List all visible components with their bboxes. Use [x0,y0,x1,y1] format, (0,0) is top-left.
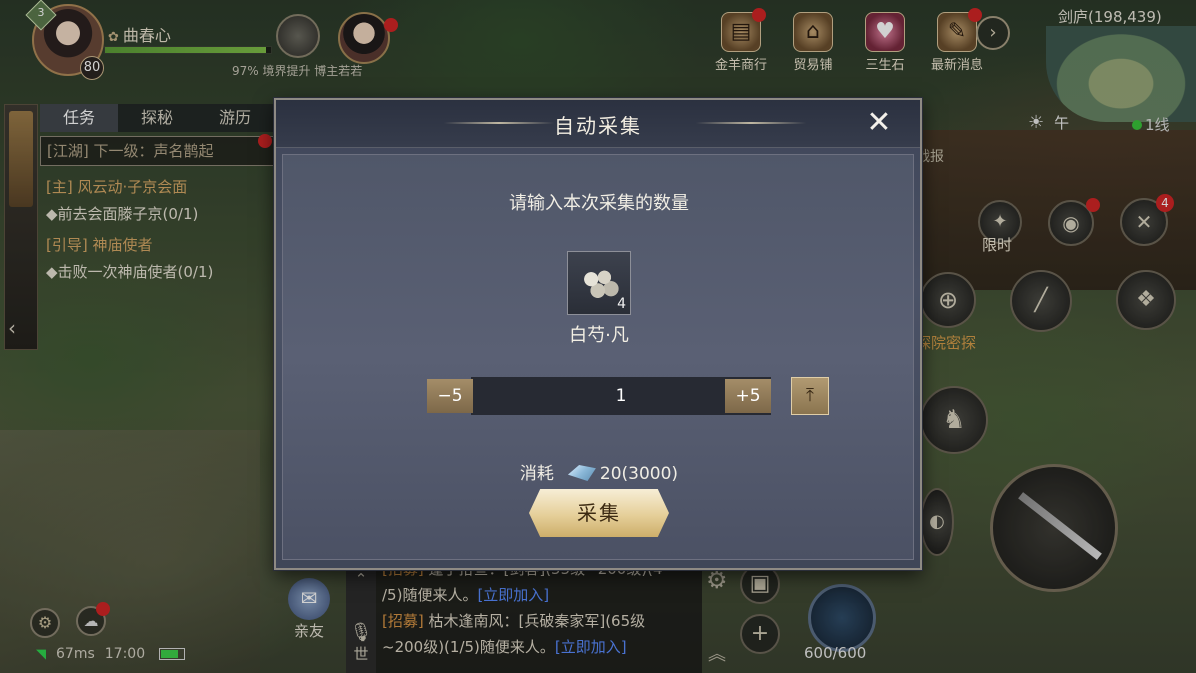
quantity-stepper: −5 1 +5 ⤒ [427,377,831,415]
dialog-header: 自动采集 ✕ [276,100,920,148]
minus-five-button[interactable]: −5 [427,379,473,413]
auto-collect-dialog: 自动采集 ✕ 请输入本次采集的数量 4 白芍·凡 −5 1 +5 ⤒ 消耗 20(… [274,98,922,570]
max-icon: ⤒ [806,385,814,406]
item-count: 4 [617,296,626,312]
item-name: 白芍·凡 [569,325,629,346]
item-slot[interactable]: 4 [567,251,631,315]
dialog-body: 请输入本次采集的数量 4 白芍·凡 −5 1 +5 ⤒ 消耗 20(3000) 采… [282,154,914,560]
cost-value: 20(3000) [599,464,679,484]
crystal-icon [567,465,596,481]
close-button[interactable]: ✕ [862,108,896,140]
herb-item-icon [578,264,622,302]
cost-label: 消耗 [519,464,554,484]
collect-button[interactable]: 采集 [529,489,669,537]
close-icon: ✕ [866,105,892,140]
dialog-title: 自动采集 [554,114,642,138]
max-quantity-button[interactable]: ⤒ [791,377,829,415]
header-ornament [696,122,806,124]
cost-row: 消耗 20(3000) [283,459,915,484]
quantity-prompt: 请输入本次采集的数量 [509,193,689,214]
plus-five-button[interactable]: +5 [725,379,771,413]
